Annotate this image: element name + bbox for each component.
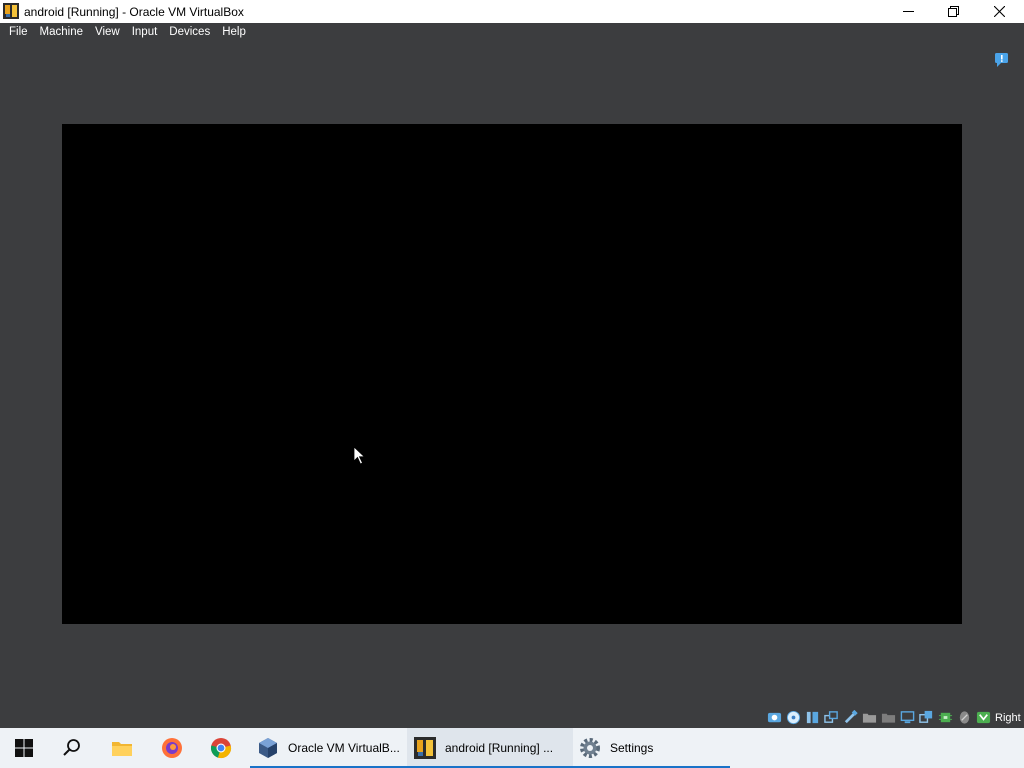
taskbar-app-label: Settings [610,741,654,755]
menu-view[interactable]: View [89,23,126,42]
start-button[interactable] [0,728,48,768]
hard-disk-icon[interactable] [766,710,783,726]
firefox-icon [162,738,182,758]
virtualbox-app-icon [3,3,19,19]
taskbar-app-android-vm[interactable]: android [Running] ... [407,728,573,768]
taskbar-app-settings[interactable]: Settings [572,728,730,768]
title-bar: android [Running] - Oracle VM VirtualBox [0,0,1024,23]
file-explorer-button[interactable] [98,728,146,768]
display-icon[interactable] [899,710,916,726]
mouse-integration-icon[interactable] [956,710,973,726]
host-key-label: Right Ctrl [995,711,1024,724]
chrome-icon [210,738,232,759]
taskbar-app-label: android [Running] ... [445,741,554,755]
windows-logo-icon [15,739,33,757]
restore-icon [947,6,959,17]
keyboard-icon[interactable] [975,710,992,726]
taskbar: Oracle VM VirtualB... android [Running] … [0,728,1024,768]
cpu-icon[interactable] [937,710,954,726]
notification-center-icon[interactable] [994,52,1010,68]
menu-devices[interactable]: Devices [163,23,216,42]
close-icon [993,6,1005,17]
status-bar: Right Ctrl [766,708,1024,727]
minimize-icon [902,11,914,12]
shared-folders-icon[interactable] [861,710,878,726]
virtualbox-vm-icon [414,737,436,759]
menu-file[interactable]: File [3,23,34,42]
mouse-cursor-icon [353,446,366,465]
audio-icon[interactable] [804,710,821,726]
network-icon[interactable] [823,710,840,726]
window-title: android [Running] - Oracle VM VirtualBox [24,5,244,19]
optical-drive-icon[interactable] [785,710,802,726]
gear-icon [580,738,600,758]
menu-machine[interactable]: Machine [34,23,89,42]
menu-bar: File Machine View Input Devices Help [0,23,1024,42]
taskbar-app-label: Oracle VM VirtualB... [288,741,400,755]
minimize-button[interactable] [885,0,931,23]
search-button[interactable] [48,728,96,768]
menu-help[interactable]: Help [216,23,252,42]
recording-icon[interactable] [918,710,935,726]
usb-icon[interactable] [842,710,859,726]
menu-input[interactable]: Input [126,23,164,42]
chrome-button[interactable] [197,728,245,768]
close-button[interactable] [976,0,1022,23]
virtualbox-icon [259,738,277,758]
vm-display[interactable] [62,124,962,624]
shared-folders-icon-2[interactable] [880,710,897,726]
firefox-button[interactable] [148,728,196,768]
search-icon [63,739,80,756]
folder-icon [112,742,132,756]
taskbar-app-virtualbox-manager[interactable]: Oracle VM VirtualB... [250,728,408,768]
restore-button[interactable] [930,0,976,23]
